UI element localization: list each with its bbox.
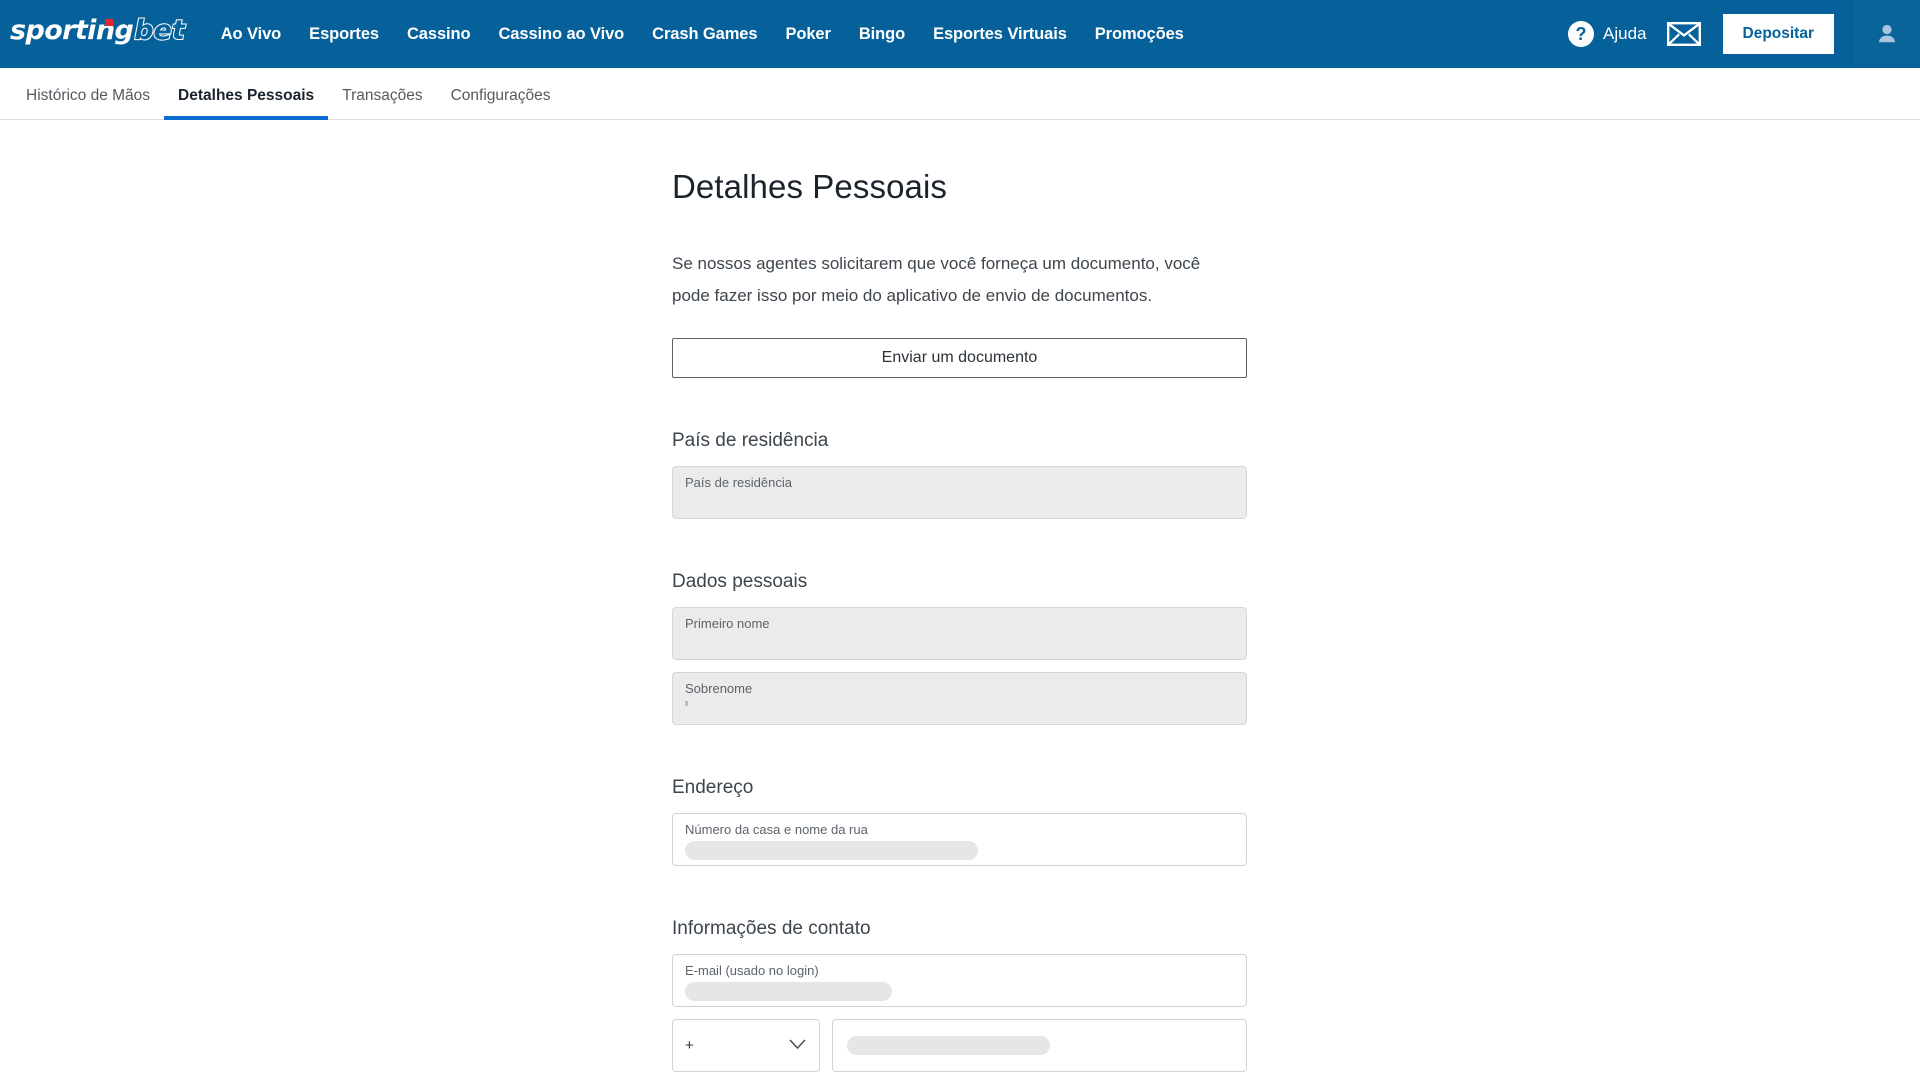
- intro-paragraph: Se nossos agentes solicitarem que você f…: [672, 254, 1201, 305]
- subnav-tab-detalhes-pessoais[interactable]: Detalhes Pessoais: [164, 87, 329, 120]
- header-actions: ? Ajuda Depositar: [1568, 0, 1920, 68]
- help-label: Ajuda: [1603, 24, 1647, 43]
- last-name-label: Sobrenome: [685, 681, 753, 696]
- street-address-label: Número da casa e nome da rua: [685, 822, 868, 837]
- top-header: sporting bet Ao Vivo Esportes Cassino Ca…: [0, 0, 1920, 68]
- account-button[interactable]: [1854, 0, 1920, 68]
- phone-number-field[interactable]: [832, 1019, 1247, 1072]
- country-code-select[interactable]: +: [672, 1019, 820, 1072]
- page-content: Detalhes Pessoais Se nossos agentes soli…: [0, 120, 1920, 1072]
- email-redacted-value: [685, 982, 892, 1001]
- country-code-value: +: [685, 1037, 694, 1054]
- first-name-label: Primeiro nome: [685, 616, 770, 631]
- phone-row: +: [672, 1019, 1247, 1072]
- page-title: Detalhes Pessoais: [672, 168, 948, 205]
- email-field[interactable]: E-mail (usado no login): [672, 954, 1247, 1007]
- section-title-address: Endereço: [672, 777, 754, 798]
- nav-item-promocoes[interactable]: Promoções: [1081, 0, 1198, 68]
- deposit-button[interactable]: Depositar: [1722, 14, 1834, 54]
- section-title-country: País de residência: [672, 430, 829, 451]
- send-document-button[interactable]: Enviar um documento: [672, 338, 1247, 378]
- street-address-redacted-value: [685, 841, 978, 860]
- nav-item-poker[interactable]: Poker: [771, 0, 844, 68]
- envelope-icon[interactable]: [1666, 22, 1701, 46]
- section-title-personal-data: Dados pessoais: [672, 571, 808, 592]
- country-of-residence-field[interactable]: País de residência: [672, 466, 1247, 519]
- nav-item-esportes[interactable]: Esportes: [295, 0, 393, 68]
- nav-item-esportes-virtuais[interactable]: Esportes Virtuais: [919, 0, 1081, 68]
- phone-number-redacted-value: [847, 1036, 1050, 1055]
- logo-red-dot-icon: [105, 19, 113, 26]
- last-name-field[interactable]: Sobrenome: [672, 672, 1247, 725]
- logo-text-sporting: sporting: [10, 15, 134, 46]
- street-address-field[interactable]: Número da casa e nome da rua: [672, 813, 1247, 866]
- section-title-contact: Informações de contato: [672, 918, 871, 939]
- nav-item-bingo[interactable]: Bingo: [845, 0, 919, 68]
- question-mark-icon: ?: [1568, 21, 1595, 47]
- first-name-field[interactable]: Primeiro nome: [672, 607, 1247, 660]
- nav-item-crash-games[interactable]: Crash Games: [638, 0, 771, 68]
- nav-item-ao-vivo[interactable]: Ao Vivo: [207, 0, 295, 68]
- nav-item-cassino[interactable]: Cassino: [393, 0, 485, 68]
- last-name-redacted-value: [685, 701, 688, 706]
- country-of-residence-label: País de residência: [685, 475, 792, 490]
- main-navigation: Ao Vivo Esportes Cassino Cassino ao Vivo…: [207, 0, 1198, 68]
- email-label: E-mail (usado no login): [685, 963, 819, 978]
- chevron-down-icon: [789, 1039, 806, 1050]
- subnav-tab-configuracoes[interactable]: Configurações: [437, 87, 565, 119]
- help-button[interactable]: ? Ajuda: [1568, 21, 1647, 47]
- user-avatar-icon: [1879, 24, 1895, 43]
- personal-details-form: Detalhes Pessoais Se nossos agentes soli…: [672, 168, 1247, 1072]
- account-subnav: Histórico de Mãos Detalhes Pessoais Tran…: [0, 68, 1920, 120]
- nav-item-cassino-ao-vivo[interactable]: Cassino ao Vivo: [484, 0, 638, 68]
- sportingbet-logo[interactable]: sporting bet: [10, 15, 186, 51]
- subnav-tab-historico-de-maos[interactable]: Histórico de Mãos: [12, 87, 164, 119]
- subnav-tab-transacoes[interactable]: Transações: [328, 87, 436, 119]
- logo-text-bet: bet: [133, 15, 186, 46]
